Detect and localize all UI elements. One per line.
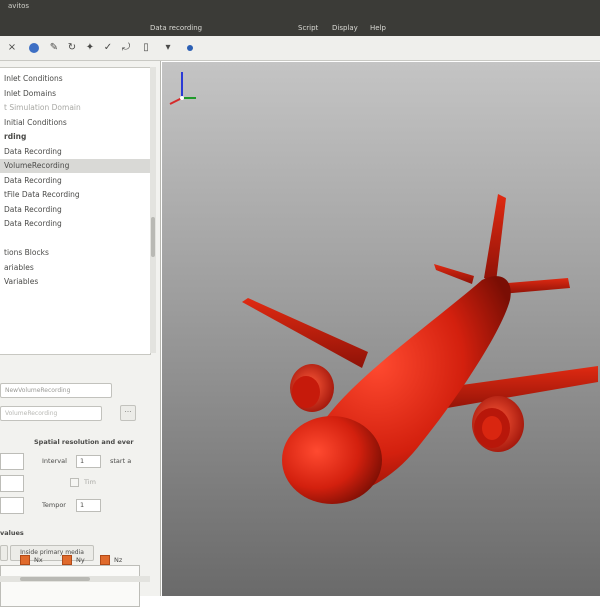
param-field-2[interactable] <box>0 475 24 492</box>
time-label: Tim <box>84 478 96 486</box>
ny-checkbox[interactable] <box>62 555 72 565</box>
tree-item[interactable]: tions Blocks <box>0 246 150 260</box>
toolbar-x-icon[interactable]: × <box>6 42 18 54</box>
interval-label: Interval <box>42 457 67 465</box>
interval-spinner[interactable]: 1 <box>76 455 101 468</box>
values-list[interactable] <box>0 565 140 607</box>
tree-item-label: t Simulation Domain <box>4 103 81 112</box>
rotate-icon[interactable]: ⤾ <box>120 42 132 54</box>
nz-checkbox[interactable] <box>100 555 110 565</box>
type-field[interactable]: VolumeRecording <box>0 406 102 421</box>
tree-item-label: Data Recording <box>4 175 62 185</box>
right-engine-core <box>482 416 502 440</box>
aircraft-model <box>242 194 598 504</box>
tree-item[interactable]: VolumeRecording <box>0 159 150 173</box>
tree-item[interactable]: ariables <box>0 261 150 275</box>
window-titlebar: avitos <box>0 0 600 20</box>
time-checkbox[interactable] <box>70 478 79 487</box>
tree-item-label: Data Recording <box>4 204 62 214</box>
nx-label: Nx <box>34 556 43 564</box>
menu-help[interactable]: Help <box>370 24 386 32</box>
tree-item[interactable]: tFile Data Recording <box>0 188 150 202</box>
tree-item[interactable] <box>0 232 150 246</box>
tree-item[interactable]: Data Recording <box>0 203 150 217</box>
nz-label: Nz <box>114 556 123 564</box>
menu-script[interactable]: Script <box>298 24 318 32</box>
start-label: start a <box>110 457 132 465</box>
dot-icon[interactable] <box>184 42 196 54</box>
tree-item-label: VolumeRecording <box>4 161 70 170</box>
panel-hscrollbar[interactable] <box>0 576 150 582</box>
name-field[interactable]: NewVolumeRecording <box>0 383 112 398</box>
page-icon[interactable]: ▯ <box>140 42 152 54</box>
values-heading: values <box>0 529 24 537</box>
panel-hscrollbar-thumb[interactable] <box>20 577 90 581</box>
tree-item[interactable]: Inlet Conditions <box>0 72 150 86</box>
tree-item[interactable]: Variables <box>0 275 150 289</box>
object-tree: Inlet Conditions Inlet Domains t Simulatio… <box>0 67 151 355</box>
browse-button[interactable]: … <box>120 405 136 421</box>
tree-scrollbar[interactable] <box>150 67 156 353</box>
tree-item-label: Variables <box>4 277 39 286</box>
tree-item-label: Inlet Domains <box>4 88 56 98</box>
tree-item-label: Data Recording <box>4 219 62 228</box>
tool-icon[interactable]: ✎ <box>48 42 60 54</box>
param-field-1[interactable] <box>0 453 24 470</box>
star-icon[interactable]: ✦ <box>84 42 96 54</box>
left-engine-inlet <box>292 376 320 408</box>
menu-display[interactable]: Display <box>332 24 358 32</box>
tree-item[interactable]: Data Recording <box>0 145 150 159</box>
orientation-axes-icon <box>169 72 196 105</box>
tree-item[interactable]: Data Recording <box>0 217 150 231</box>
section-heading: Spatial resolution and ever <box>34 438 134 446</box>
left-panel: Inlet Conditions Inlet Domains t Simulatio… <box>0 61 161 607</box>
left-wing <box>242 298 368 368</box>
tree-item[interactable]: Initial Conditions <box>0 116 150 130</box>
tree-item[interactable]: t Simulation Domain <box>0 101 150 115</box>
tree-item-label: rding <box>4 132 27 141</box>
menu-data-recording[interactable]: Data recording <box>150 24 202 32</box>
tree-item[interactable]: rding <box>0 130 150 144</box>
tree-item-label: Initial Conditions <box>4 117 67 127</box>
tail-fin <box>484 194 506 282</box>
temporal-spinner[interactable]: 1 <box>76 499 101 512</box>
window-title: avitos <box>8 2 30 10</box>
tree-item-label <box>0 234 4 243</box>
tree-item-label: tFile Data Recording <box>4 190 80 199</box>
left-stabilizer <box>434 264 474 284</box>
nx-checkbox[interactable] <box>20 555 30 565</box>
globe-icon[interactable] <box>28 42 40 54</box>
tree-item-label: ariables <box>4 262 34 272</box>
tree-item-label: Inlet Conditions <box>4 74 63 83</box>
check-icon[interactable]: ✓ <box>102 42 114 54</box>
param-field-3[interactable] <box>0 497 24 514</box>
play-icon[interactable]: ▾ <box>162 42 174 54</box>
3d-viewport[interactable] <box>162 62 600 596</box>
toolbar: × ✎ ↻ ✦ ✓ ⤾ ▯ ▾ <box>0 36 600 61</box>
nose-cone <box>282 416 382 504</box>
tree-item-label: Data Recording <box>4 146 62 156</box>
tree-scrollbar-thumb[interactable] <box>151 217 155 257</box>
refresh-icon[interactable]: ↻ <box>66 42 78 54</box>
tree-item-label: tions Blocks <box>4 248 49 257</box>
ny-label: Ny <box>76 556 85 564</box>
tree-item[interactable]: Inlet Domains <box>0 87 150 101</box>
temporal-label: Tempor <box>42 501 66 509</box>
side-button[interactable] <box>0 545 8 561</box>
tree-item[interactable]: Data Recording <box>0 174 150 188</box>
menubar: Data recording Script Display Help <box>0 20 600 36</box>
